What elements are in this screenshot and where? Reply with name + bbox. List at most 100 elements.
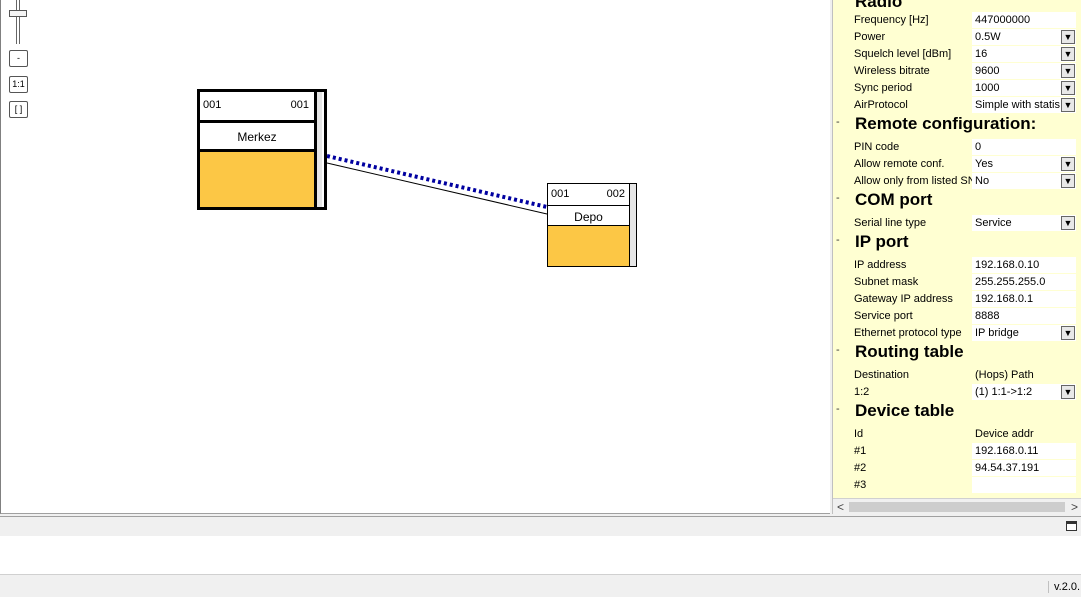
property-label: Frequency [Hz] bbox=[854, 14, 929, 26]
divider bbox=[200, 120, 314, 123]
property-label: Power bbox=[854, 31, 886, 43]
property-row: 1:2 (1) 1:1->1:2 ▼ bbox=[854, 384, 1076, 401]
property-input[interactable] bbox=[972, 477, 1076, 493]
collapse-toggle[interactable]: - bbox=[836, 192, 840, 204]
property-label: Subnet mask bbox=[854, 276, 919, 288]
property-input[interactable]: 255.255.255.0 bbox=[972, 274, 1076, 290]
node-right-code: 002 bbox=[606, 188, 625, 200]
version-label: v.2.0. bbox=[1048, 581, 1080, 593]
node-name: Merkez bbox=[237, 130, 277, 144]
property-label: #1 bbox=[854, 445, 867, 457]
column-header: Id bbox=[854, 428, 864, 440]
node-name: Depo bbox=[574, 210, 603, 224]
node-side-strip bbox=[630, 184, 636, 266]
property-row: Ethernet protocol type IP bridge ▼ bbox=[854, 325, 1076, 342]
link-line bbox=[326, 162, 548, 215]
property-row: Allow remote conf. Yes ▼ bbox=[854, 156, 1076, 173]
property-row: #3 bbox=[854, 477, 1076, 494]
property-row: Service port 8888 bbox=[854, 308, 1076, 325]
node-merkez[interactable]: 001 001 Merkez bbox=[197, 89, 327, 210]
property-label: Allow remote conf. bbox=[854, 158, 945, 170]
property-input[interactable]: 8888 bbox=[972, 308, 1076, 324]
node-header: 001 002 bbox=[548, 188, 628, 200]
property-input[interactable]: 447000000 bbox=[972, 12, 1076, 28]
property-label: IP address bbox=[854, 259, 907, 271]
divider bbox=[548, 205, 629, 206]
property-label: PIN code bbox=[854, 141, 900, 153]
property-row: Allow only from listed SN No ▼ bbox=[854, 173, 1076, 190]
log-panel-header bbox=[0, 516, 1081, 536]
dropdown-arrow-icon[interactable]: ▼ bbox=[1061, 98, 1075, 112]
section-title-routing: Routing table bbox=[855, 342, 964, 361]
scrollbar-thumb[interactable] bbox=[849, 502, 1065, 512]
property-label: Wireless bitrate bbox=[854, 65, 930, 77]
status-bar: v.2.0. bbox=[0, 574, 1081, 597]
property-input[interactable]: 192.168.0.10 bbox=[972, 257, 1076, 273]
property-input[interactable]: 192.168.0.11 bbox=[972, 443, 1076, 459]
dropdown-arrow-icon[interactable]: ▼ bbox=[1061, 385, 1075, 399]
property-row: IP address 192.168.0.10 bbox=[854, 257, 1076, 274]
node-depo[interactable]: 001 002 Depo bbox=[547, 183, 637, 267]
dropdown-arrow-icon[interactable]: ▼ bbox=[1061, 216, 1075, 230]
section-title-device: Device table bbox=[855, 401, 955, 420]
property-label: Squelch level [dBm] bbox=[854, 48, 952, 60]
node-header: 001 001 bbox=[200, 99, 312, 111]
property-label: #2 bbox=[854, 462, 867, 474]
property-row: Frequency [Hz] 447000000 bbox=[854, 12, 1076, 29]
restore-icon[interactable] bbox=[1066, 521, 1077, 531]
link-quality-line bbox=[326, 154, 548, 209]
property-input[interactable]: 94.54.37.191 bbox=[972, 460, 1076, 476]
property-row: AirProtocol Simple with statis ▼ bbox=[854, 97, 1076, 114]
dropdown-arrow-icon[interactable]: ▼ bbox=[1061, 81, 1075, 95]
dropdown-arrow-icon[interactable]: ▼ bbox=[1061, 174, 1075, 188]
property-label: Ethernet protocol type bbox=[854, 327, 962, 339]
property-row: #1 192.168.0.11 bbox=[854, 443, 1076, 460]
property-input[interactable]: 0 bbox=[972, 139, 1076, 155]
app-window: - 1:1 [ ] 001 001 Merkez 001 002 Depo < … bbox=[0, 0, 1081, 597]
collapse-toggle[interactable]: - bbox=[836, 403, 840, 415]
property-label: AirProtocol bbox=[854, 99, 908, 111]
column-header: (Hops) Path bbox=[975, 369, 1034, 381]
horizontal-scrollbar[interactable]: < > bbox=[833, 498, 1081, 514]
property-label: #3 bbox=[854, 479, 867, 491]
property-input[interactable]: 192.168.0.1 bbox=[972, 291, 1076, 307]
dropdown-arrow-icon[interactable]: ▼ bbox=[1061, 326, 1075, 340]
column-header: Destination bbox=[854, 369, 910, 381]
column-header: Device addr bbox=[975, 428, 1034, 440]
link-layer bbox=[326, 154, 548, 215]
property-label: Service port bbox=[854, 310, 913, 322]
property-row: Serial line type Service ▼ bbox=[854, 215, 1076, 232]
collapse-toggle[interactable]: - bbox=[836, 234, 840, 246]
scroll-right-icon[interactable]: > bbox=[1071, 500, 1078, 514]
property-row: Subnet mask 255.255.255.0 bbox=[854, 274, 1076, 291]
log-area[interactable] bbox=[0, 536, 1081, 574]
properties-panel[interactable]: < > Radio Frequency [Hz] 447000000 Power 0.5… bbox=[832, 0, 1081, 514]
property-label: Allow only from listed SN bbox=[854, 175, 972, 187]
section-title-com: COM port bbox=[855, 190, 933, 209]
property-row: PIN code 0 bbox=[854, 139, 1076, 156]
dropdown-arrow-icon[interactable]: ▼ bbox=[1061, 47, 1075, 61]
property-label: 1:2 bbox=[854, 386, 870, 398]
node-left-code: 001 bbox=[203, 99, 222, 111]
node-side-strip bbox=[317, 92, 322, 207]
table-header: Destination (Hops) Path bbox=[854, 367, 1076, 384]
property-row: Power 0.5W ▼ bbox=[854, 29, 1076, 46]
node-body bbox=[548, 226, 629, 266]
property-row: #2 94.54.37.191 bbox=[854, 460, 1076, 477]
property-row: Gateway IP address 192.168.0.1 bbox=[854, 291, 1076, 308]
scroll-left-icon[interactable]: < bbox=[837, 500, 844, 514]
node-right-code: 001 bbox=[290, 99, 309, 111]
section-title-radio: Radio bbox=[855, 0, 903, 11]
node-left-code: 001 bbox=[551, 188, 570, 200]
dropdown-arrow-icon[interactable]: ▼ bbox=[1061, 30, 1075, 44]
property-row: Squelch level [dBm] 16 ▼ bbox=[854, 46, 1076, 63]
property-label: Sync period bbox=[854, 82, 913, 94]
collapse-toggle[interactable]: - bbox=[836, 344, 840, 356]
node-body bbox=[200, 152, 314, 207]
collapse-toggle[interactable]: - bbox=[836, 116, 840, 128]
property-label: Serial line type bbox=[854, 217, 927, 229]
dropdown-arrow-icon[interactable]: ▼ bbox=[1061, 157, 1075, 171]
dropdown-arrow-icon[interactable]: ▼ bbox=[1061, 64, 1075, 78]
section-title-ip: IP port bbox=[855, 232, 909, 251]
network-canvas[interactable]: - 1:1 [ ] 001 001 Merkez 001 002 Depo bbox=[0, 0, 830, 514]
